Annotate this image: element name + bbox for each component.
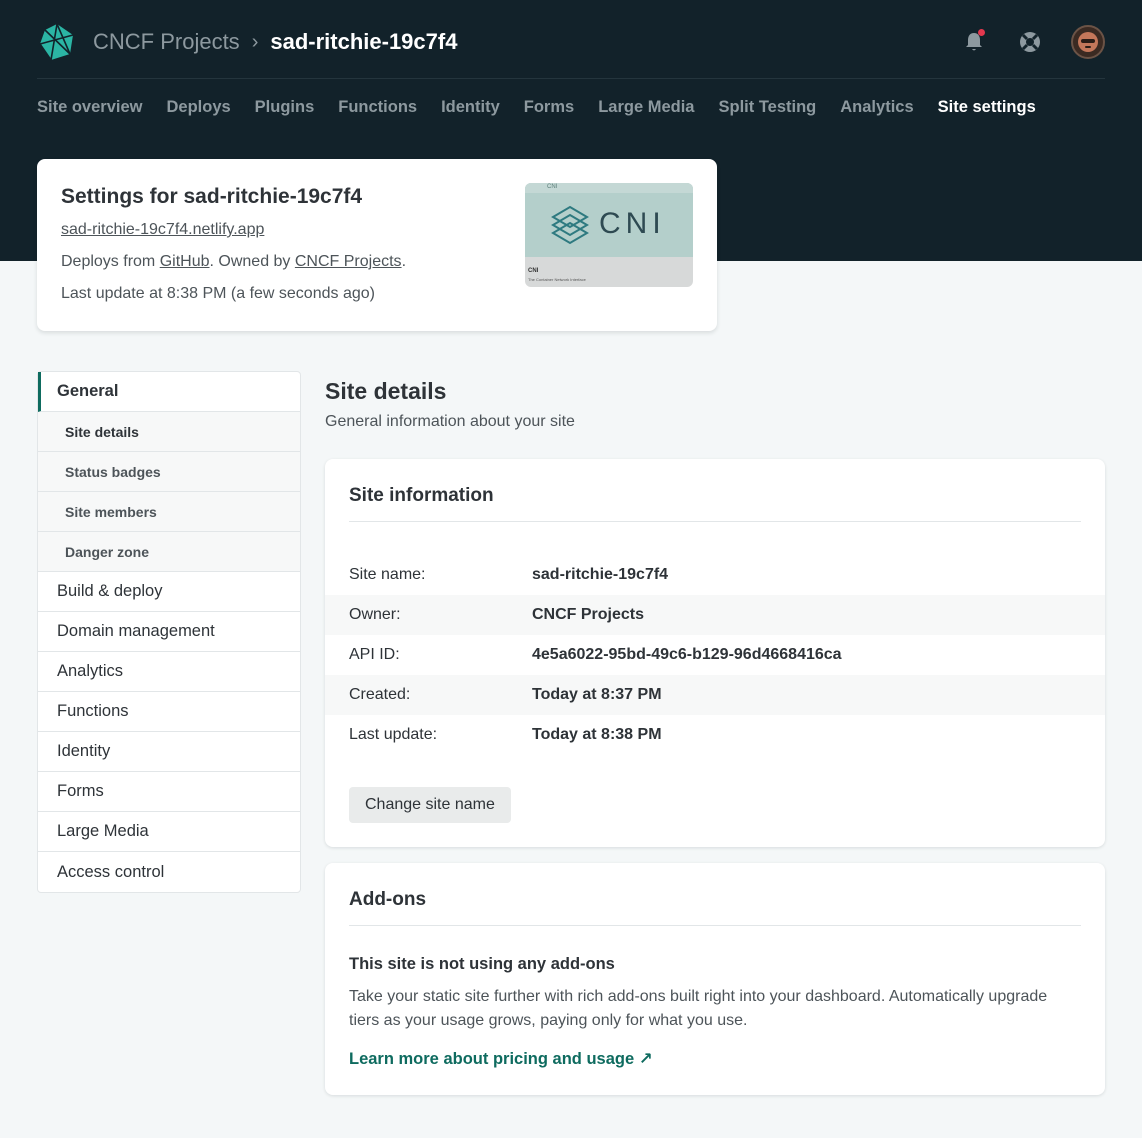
- sidebar-item-forms[interactable]: Forms: [38, 772, 300, 812]
- deploys-prefix: Deploys from: [61, 253, 160, 270]
- sidebar-item-functions[interactable]: Functions: [38, 692, 300, 732]
- info-value: sad-ritchie-19c7f4: [532, 566, 669, 583]
- addons-empty-heading: This site is not using any add-ons: [349, 955, 615, 973]
- github-link[interactable]: GitHub: [160, 253, 210, 270]
- site-summary-card: Settings for sad-ritchie-19c7f4 sad-ritc…: [37, 159, 717, 331]
- info-value: 4e5a6022-95bd-49c6-b129-96d4668416ca: [532, 646, 842, 663]
- tab-plugins[interactable]: Plugins: [255, 96, 315, 118]
- tab-split-testing[interactable]: Split Testing: [718, 96, 816, 118]
- site-url-link[interactable]: sad-ritchie-19c7f4.netlify.app: [61, 221, 264, 239]
- info-value: Today at 8:38 PM: [532, 726, 662, 743]
- site-settings-title: Settings for sad-ritchie-19c7f4: [61, 185, 363, 208]
- breadcrumb-separator: ›: [251, 30, 259, 53]
- table-row: Site name: sad-ritchie-19c7f4: [325, 555, 1105, 595]
- help-button[interactable]: [1015, 27, 1045, 57]
- addons-description: Take your static site further with rich …: [349, 988, 1048, 1029]
- site-info-table: Site name: sad-ritchie-19c7f4 Owner: CNCF P…: [325, 555, 1105, 755]
- table-row: API ID: 4e5a6022-95bd-49c6-b129-96d466841…: [325, 635, 1105, 675]
- owned-suffix: .: [401, 253, 407, 270]
- tab-large-media[interactable]: Large Media: [598, 96, 694, 118]
- netlify-logo-icon[interactable]: [37, 22, 77, 62]
- app-header: CNCF Projects › sad-ritchie-19c7f4: [37, 18, 1105, 66]
- info-label: API ID:: [349, 646, 400, 663]
- addons-card: Add-ons This site is not using any add-o…: [325, 863, 1105, 1095]
- breadcrumb-site[interactable]: sad-ritchie-19c7f4: [270, 29, 457, 55]
- sidebar-item-build-deploy[interactable]: Build & deploy: [38, 572, 300, 612]
- avatar-face-icon: [1078, 32, 1098, 52]
- cni-logo-icon: [551, 205, 589, 245]
- sidebar-item-site-members[interactable]: Site members: [38, 492, 300, 532]
- owned-prefix: . Owned by: [209, 253, 295, 270]
- card-divider: [349, 521, 1081, 522]
- site-information-card: Site information Site name: sad-ritchie-1…: [325, 459, 1105, 847]
- deploys-info: Deploys from GitHub. Owned by CNCF Proje…: [61, 253, 406, 271]
- tab-deploys[interactable]: Deploys: [166, 96, 230, 118]
- owner-link[interactable]: CNCF Projects: [295, 253, 402, 270]
- card-divider: [349, 925, 1081, 926]
- tab-site-settings[interactable]: Site settings: [938, 96, 1036, 118]
- page-title: Site details: [325, 378, 447, 404]
- table-row: Created: Today at 8:37 PM: [325, 675, 1105, 715]
- sidebar-item-domain-management[interactable]: Domain management: [38, 612, 300, 652]
- sidebar-item-identity[interactable]: Identity: [38, 732, 300, 772]
- breadcrumb-team[interactable]: CNCF Projects: [93, 29, 240, 55]
- thumbnail-topbar-text: CNI: [547, 184, 558, 190]
- tab-functions[interactable]: Functions: [338, 96, 417, 118]
- notification-dot: [978, 29, 985, 36]
- notifications-button[interactable]: [959, 27, 989, 57]
- last-update-info: Last update at 8:38 PM (a few seconds ag…: [61, 285, 375, 302]
- info-label: Owner:: [349, 606, 401, 623]
- thumbnail-logo-text: CNI: [599, 207, 666, 240]
- info-value: Today at 8:37 PM: [532, 686, 662, 703]
- sidebar-item-site-details[interactable]: Site details: [38, 412, 300, 452]
- info-value: CNCF Projects: [532, 606, 645, 623]
- tab-analytics[interactable]: Analytics: [840, 96, 913, 118]
- tab-identity[interactable]: Identity: [441, 96, 500, 118]
- tab-site-overview[interactable]: Site overview: [37, 96, 142, 118]
- header-divider: [37, 78, 1105, 79]
- pricing-usage-link[interactable]: Learn more about pricing and usage ↗: [349, 1049, 653, 1069]
- tab-forms[interactable]: Forms: [524, 96, 574, 118]
- change-site-name-button[interactable]: Change site name: [349, 787, 511, 823]
- info-label: Last update:: [349, 726, 438, 743]
- site-nav: Site overview Deploys Plugins Functions Iden…: [37, 96, 1036, 118]
- site-screenshot-thumbnail[interactable]: CNI CNI CNI The Container Network Interf…: [525, 183, 693, 287]
- card-heading: Site information: [349, 485, 494, 506]
- card-heading: Add-ons: [349, 889, 427, 910]
- page-subtitle: General information about your site: [325, 413, 575, 430]
- thumbnail-caption: CNI: [528, 268, 539, 274]
- header-actions: [959, 25, 1105, 59]
- table-row: Last update: Today at 8:38 PM: [325, 715, 1105, 755]
- settings-sidebar: General Site details Status badges Site mem…: [37, 371, 301, 893]
- support-icon: [1020, 32, 1040, 52]
- sidebar-item-status-badges[interactable]: Status badges: [38, 452, 300, 492]
- info-label: Site name:: [349, 566, 426, 583]
- sidebar-item-access-control[interactable]: Access control: [38, 852, 300, 892]
- thumbnail-caption-sub: The Container Network Interface: [528, 277, 586, 282]
- avatar[interactable]: [1071, 25, 1105, 59]
- info-label: Created:: [349, 686, 411, 703]
- table-row: Owner: CNCF Projects: [325, 595, 1105, 635]
- sidebar-item-danger-zone[interactable]: Danger zone: [38, 532, 300, 572]
- sidebar-item-general[interactable]: General: [38, 372, 300, 412]
- sidebar-item-large-media[interactable]: Large Media: [38, 812, 300, 852]
- sidebar-item-analytics[interactable]: Analytics: [38, 652, 300, 692]
